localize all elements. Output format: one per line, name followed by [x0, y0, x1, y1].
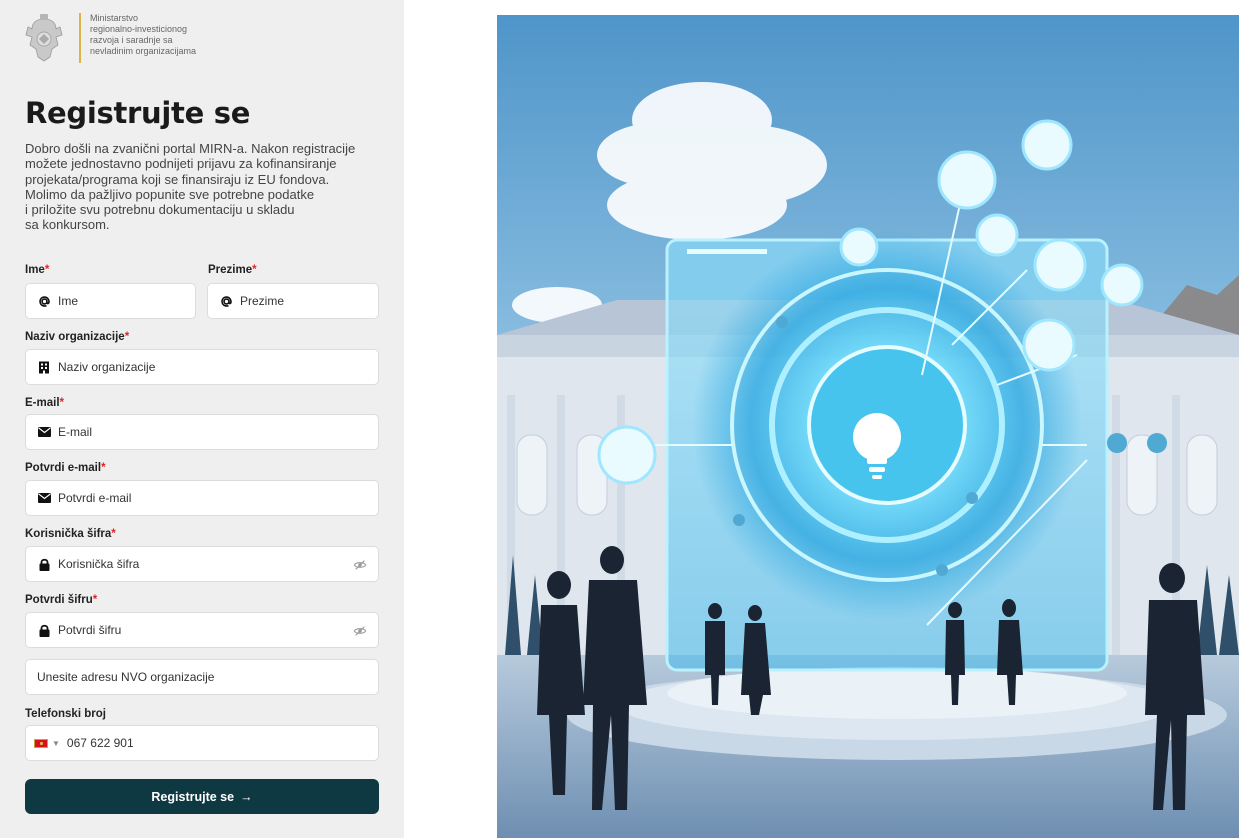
password-label: Korisnička šifra* [25, 528, 116, 540]
register-button[interactable]: Registrujte se → [25, 779, 379, 814]
confirm-email-label: Potvrdi e-mail* [25, 462, 106, 474]
intro-line: Dobro došli na zvanični portal MIRN-a. N… [25, 141, 356, 156]
label-text: Potvrdi e-mail [25, 462, 102, 474]
page-title: Registrujte se [25, 96, 251, 130]
address-placeholder: Unesite adresu NVO organizacije [37, 670, 215, 684]
arrow-right-icon: → [240, 789, 253, 804]
ministry-line: Ministarstvo [90, 13, 139, 23]
label-text: Prezime [208, 264, 253, 276]
email-label: E-mail* [25, 397, 64, 409]
last-name-field[interactable]: Prezime [207, 283, 379, 319]
first-name-field[interactable]: Ime [25, 283, 196, 319]
organization-label: Naziv organizacije* [25, 331, 129, 343]
confirm-password-field[interactable]: Potvrdi šifru [25, 612, 379, 648]
coat-of-arms-logo [25, 14, 63, 62]
label-text: Ime [25, 264, 45, 276]
intro-line: možete jednostavno podnijeti prijavu za … [25, 156, 337, 172]
label-text: Potvrdi šifru [25, 594, 93, 606]
ministry-name: Ministarstvo regionalno-investicionog ra… [90, 13, 196, 57]
confirm-password-label: Potvrdi šifru* [25, 594, 97, 606]
lock-icon [37, 557, 51, 571]
required-asterisk: * [111, 528, 116, 540]
last-name-label: Prezime* [208, 264, 257, 276]
register-button-label: Registrujte se [151, 789, 235, 804]
confirm-password-placeholder: Potvrdi šifru [58, 623, 122, 637]
phone-field[interactable]: ▼ 067 622 901 [25, 725, 379, 761]
eye-slash-icon[interactable] [353, 624, 367, 638]
at-icon [37, 294, 51, 308]
label-text: Telefonski broj [25, 708, 106, 720]
required-asterisk: * [59, 397, 64, 409]
phone-value: 067 622 901 [66, 736, 134, 750]
label-text: E-mail [25, 397, 60, 409]
intro-line: projekata/programa koji se finansiraju i… [25, 171, 330, 187]
eye-slash-icon[interactable] [353, 558, 367, 572]
hero-image [497, 15, 1239, 838]
building-icon [37, 360, 51, 374]
envelope-icon [37, 491, 51, 505]
chevron-down-icon[interactable]: ▼ [52, 739, 60, 748]
intro-text: Dobro došli na zvanični portal MIRN-a. N… [25, 141, 385, 233]
first-name-placeholder: Ime [58, 294, 79, 308]
organization-placeholder: Naziv organizacije [58, 360, 156, 374]
label-text: Korisnička šifra [25, 528, 112, 540]
ministry-header: Ministarstvo regionalno-investicionog ra… [22, 13, 196, 65]
required-asterisk: * [101, 462, 106, 474]
ministry-line: nevladinim organizacijama [90, 46, 197, 56]
required-asterisk: * [252, 264, 257, 276]
password-field[interactable]: Korisnička šifra [25, 546, 379, 582]
confirm-email-field[interactable]: Potvrdi e-mail [25, 480, 379, 516]
hero-illustration [497, 15, 1239, 838]
email-placeholder: E-mail [58, 425, 93, 439]
last-name-placeholder: Prezime [240, 294, 285, 308]
ministry-line: regionalno-investicionog [90, 24, 188, 34]
required-asterisk: * [44, 264, 50, 276]
lock-icon [37, 623, 51, 637]
at-icon [219, 294, 233, 308]
intro-line: Molimo da pažljivo popunite sve potrebne… [25, 186, 315, 202]
montenegro-flag-icon[interactable] [34, 738, 48, 748]
required-asterisk: * [92, 594, 98, 606]
confirm-email-placeholder: Potvrdi e-mail [58, 491, 132, 505]
address-field[interactable]: Unesite adresu NVO organizacije [25, 659, 379, 695]
intro-line: i priložite svu potrebnu dokumentaciju u… [25, 202, 295, 218]
header-divider [79, 13, 81, 63]
registration-panel: Ministarstvo regionalno-investicionog ra… [0, 0, 404, 838]
organization-field[interactable]: Naziv organizacije [25, 349, 379, 385]
password-placeholder: Korisnička šifra [58, 557, 140, 571]
first-name-label: Ime* [25, 264, 49, 276]
required-asterisk: * [124, 331, 130, 343]
envelope-icon [37, 425, 51, 439]
ministry-line: razvoja i saradnje sa [90, 35, 173, 45]
label-text: Naziv organizacije [25, 331, 125, 343]
phone-label: Telefonski broj [25, 708, 106, 720]
email-field[interactable]: E-mail [25, 414, 379, 450]
intro-line: sa konkursom. [25, 217, 110, 233]
